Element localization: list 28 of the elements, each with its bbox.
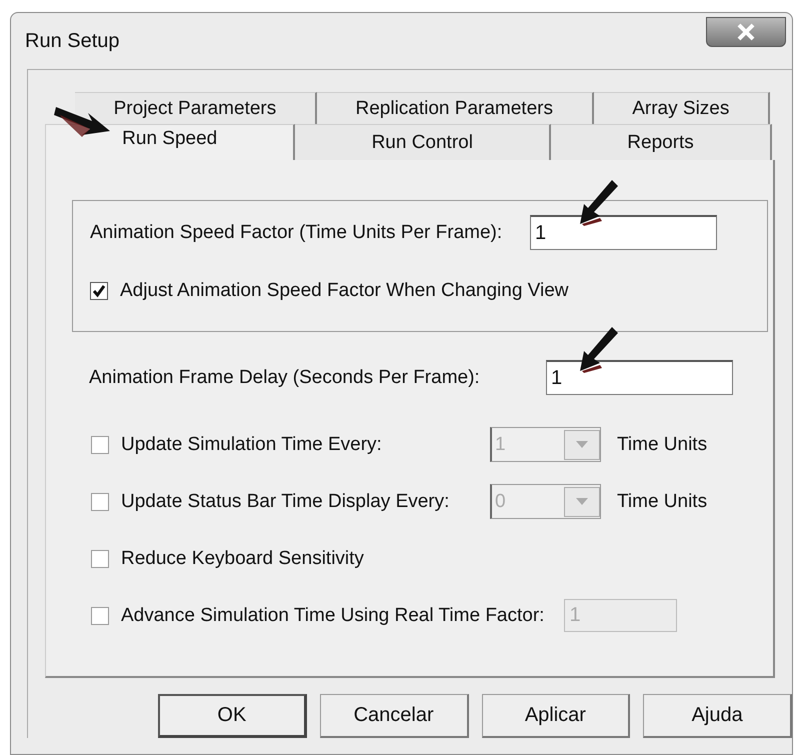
checkbox-label: Adjust Animation Speed Factor When Changing View (120, 280, 569, 302)
checkbox-label: Update Simulation Time Every: (121, 434, 383, 456)
field-label: Animation Speed Factor (Time Units Per Frame): (90, 222, 504, 244)
tab[interactable]: Run Control (295, 124, 552, 160)
unit-label: Time Units (617, 490, 708, 512)
close-icon (735, 23, 757, 41)
field-label: Animation Frame Delay (Seconds Per Frame): (89, 366, 481, 388)
input-field[interactable]: 1 (530, 215, 717, 250)
caret-icon (576, 498, 588, 505)
tab[interactable]: Replication Parameters (316, 92, 594, 124)
dialog-button[interactable]: Ajuda (643, 694, 792, 738)
dialog-button[interactable]: Aplicar (482, 694, 630, 738)
unit-label: Time Units (617, 434, 708, 456)
tab[interactable]: Array Sizes (594, 92, 770, 124)
input-field[interactable]: 1 (546, 360, 733, 395)
close-button[interactable] (706, 17, 786, 47)
caret-icon (576, 441, 588, 448)
tab[interactable]: Run Speed (45, 124, 296, 160)
window-title: Run Setup (25, 30, 120, 52)
checkbox[interactable] (91, 550, 109, 568)
checkbox-label: Reduce Keyboard Sensitivity (121, 548, 364, 570)
dialog-button[interactable]: Cancelar (320, 694, 469, 738)
checkbox-label: Update Status Bar Time Display Every: (121, 490, 450, 512)
tab[interactable]: Project Parameters (75, 92, 317, 124)
checkbox[interactable] (90, 282, 108, 300)
dialog-button[interactable]: OK (158, 694, 307, 738)
checkbox-label: Advance Simulation Time Using Real Time Factor: (121, 604, 544, 626)
tab[interactable]: Reports (551, 124, 772, 160)
